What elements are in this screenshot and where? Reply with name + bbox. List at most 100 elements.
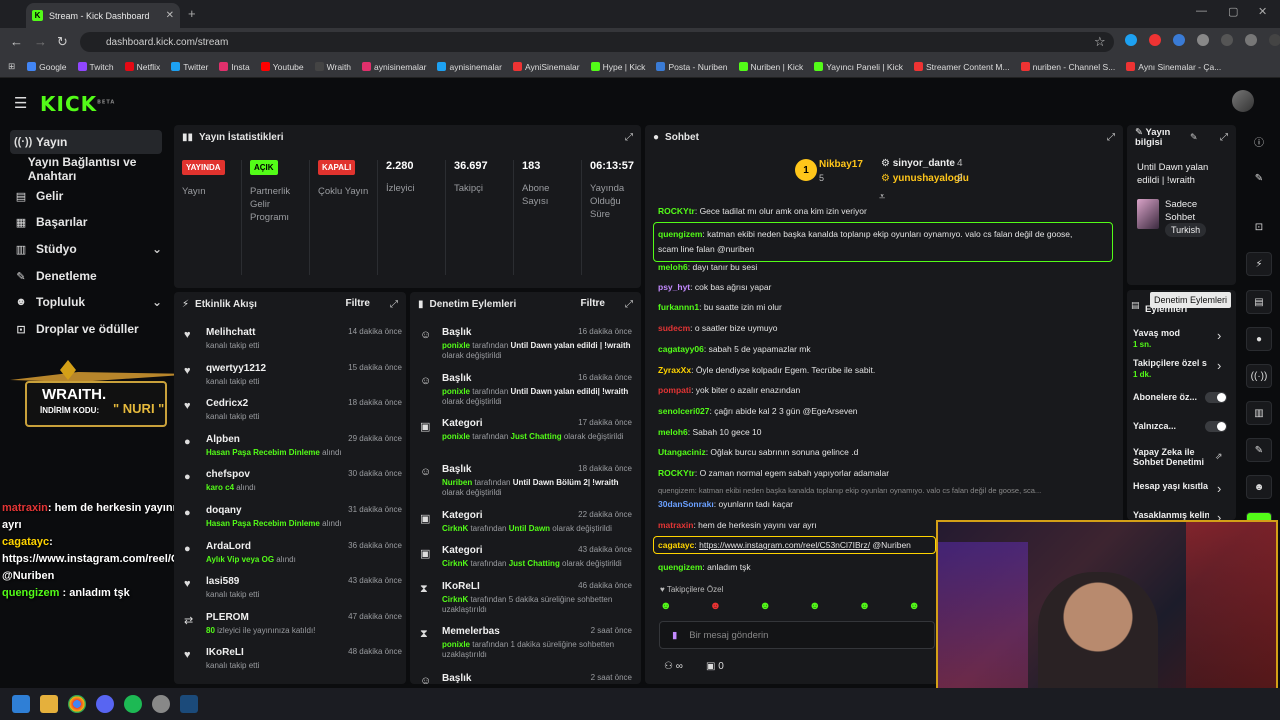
- chat-message[interactable]: ROCKYtr: O zaman normal egem sabah yapıy…: [658, 468, 889, 478]
- chat-message[interactable]: quengizem: anladım tşk: [658, 562, 751, 572]
- bookmark-item[interactable]: Yayıncı Paneli | Kick: [814, 62, 903, 72]
- moderation-item[interactable]: ⧗ Memelerbas ponixle tarafından 1 dakika s…: [418, 626, 632, 666]
- app-icon[interactable]: [152, 695, 170, 713]
- chat-message[interactable]: Utangaciniz: Oğlak burcu sabrının sonuna…: [658, 447, 858, 457]
- bookmark-item[interactable]: Twitch: [77, 62, 114, 72]
- chat-collapse-icon[interactable]: ⩡: [879, 191, 885, 204]
- mod-setting-item[interactable]: Yavaş mod 1 sn. ›: [1133, 328, 1230, 349]
- bookmark-item[interactable]: nuriben - Channel S...: [1020, 62, 1115, 72]
- extension-icon[interactable]: [1125, 34, 1137, 46]
- mod-setting-item[interactable]: Takipçilere özel s 1 dk. ›: [1133, 358, 1230, 379]
- activity-item[interactable]: ♥ lasi589 kanalı takip etti 43 dakika önce: [182, 576, 402, 608]
- info-icon[interactable]: ⓘ: [1246, 129, 1272, 153]
- sidebar-item-denetleme[interactable]: ✎ Denetleme: [10, 264, 162, 288]
- activity-item[interactable]: ♥ IKoReLI kanalı takip etti 48 dakika önce: [182, 647, 402, 679]
- chat-message[interactable]: ROCKYtr: Gece tadilat mı olur amk ona ki…: [658, 206, 867, 216]
- sidebar-item-basarilar[interactable]: ▦ Başarılar: [10, 210, 162, 234]
- moderation-item[interactable]: ☺ Başlık 2 saat önce: [418, 673, 632, 684]
- maximize-icon[interactable]: ▢: [1228, 5, 1238, 18]
- emote-icon[interactable]: ☻: [809, 600, 821, 612]
- activity-item[interactable]: ● ArdaLord Aylık Vip veya OG alındı 36 daki…: [182, 541, 402, 573]
- back-icon[interactable]: ←: [10, 34, 23, 49]
- chat-message[interactable]: psy_hyt: cok bas ağrısı yapar: [658, 282, 771, 292]
- close-window-icon[interactable]: ✕: [1258, 5, 1267, 18]
- chat-username[interactable]: quengizem: [658, 229, 702, 239]
- bookmark-item[interactable]: Nuriben | Kick: [738, 62, 803, 72]
- moderation-item[interactable]: ▣ Kategori CirknK tarafından Until Dawn ol…: [418, 510, 632, 550]
- sidebar-item-gelir[interactable]: ▤ Gelir: [10, 184, 162, 208]
- bookmark-star-icon[interactable]: ☆: [1094, 34, 1106, 50]
- file-explorer-icon[interactable]: [40, 695, 58, 713]
- chat-username[interactable]: Utangaciniz: [658, 447, 706, 457]
- profile-icon[interactable]: [1245, 34, 1257, 46]
- moderation-item[interactable]: ☺ Başlık Nuriben tarafından Until Dawn Böl…: [418, 464, 632, 504]
- extension-icon[interactable]: [1149, 34, 1161, 46]
- shield-icon[interactable]: [1173, 34, 1185, 46]
- filter-button[interactable]: Filtre: [346, 298, 370, 309]
- sidebar-item-studyo[interactable]: ▥ Stüdyo ⌄: [10, 237, 162, 261]
- sidebar-item-yayin[interactable]: ((·)) Yayın: [10, 130, 162, 154]
- expand-icon[interactable]: ⤢: [625, 132, 633, 143]
- leader-name[interactable]: Nikbay17: [819, 159, 863, 170]
- bookmark-item[interactable]: Wraith: [314, 62, 351, 72]
- moderation-item[interactable]: ▣ Kategori CirknK tarafından Just Chatting…: [418, 545, 632, 585]
- leader-name[interactable]: ⚙ yunushayaloglu: [881, 173, 969, 184]
- chat-username[interactable]: meloh6: [658, 427, 688, 437]
- steam-icon[interactable]: [180, 695, 198, 713]
- filter-button[interactable]: Filtre: [581, 298, 605, 309]
- sidebar-icon[interactable]: [1221, 34, 1233, 46]
- activity-item[interactable]: ♥ qwertyy1212 kanalı takip etti 15 dakika ö…: [182, 363, 402, 395]
- document-icon[interactable]: ▤: [1246, 290, 1272, 314]
- chat-username[interactable]: ZyraxXx: [658, 365, 691, 375]
- chat-username[interactable]: quengizem: [658, 562, 702, 572]
- bookmark-item[interactable]: Youtube: [260, 62, 304, 72]
- activity-item[interactable]: ♥ Cedricx2 kanalı takip etti 18 dakika önce: [182, 398, 402, 430]
- edit-icon[interactable]: ✎: [1190, 132, 1198, 143]
- bookmark-item[interactable]: Insta: [219, 62, 250, 72]
- broadcast-icon[interactable]: ((·)): [1246, 364, 1272, 388]
- mod-setting-item[interactable]: Yapay Zeka ile Sohbet Denetimi ⇗: [1133, 447, 1230, 467]
- menu-icon[interactable]: [1269, 34, 1280, 46]
- wrench-icon[interactable]: ✎: [1246, 438, 1272, 462]
- category-thumbnail[interactable]: [1137, 199, 1159, 229]
- chat-username[interactable]: senolceri027: [658, 406, 710, 416]
- reload-icon[interactable]: ↻: [57, 34, 68, 50]
- toggle-switch[interactable]: [1205, 421, 1227, 432]
- sidebar-item-droplar[interactable]: ⊡ Droplar ve ödüller: [10, 317, 162, 341]
- chat-username[interactable]: ROCKYtr: [658, 206, 695, 216]
- chat-message[interactable]: cagatayc: https://www.instagram.com/reel…: [653, 536, 936, 554]
- chrome-icon[interactable]: [68, 695, 86, 713]
- bookmark-item[interactable]: aynisinemalar: [437, 62, 502, 72]
- chat-message[interactable]: sudecm: o saatler bize uymuyo: [658, 323, 778, 333]
- activity-item[interactable]: ● chefspov karo c4 alındı 30 dakika önce: [182, 469, 402, 501]
- mod-setting-item[interactable]: Yalnızca...: [1133, 421, 1230, 432]
- chat-link[interactable]: https://www.instagram.com/reel/C53nCl7IB…: [699, 540, 870, 550]
- forward-icon[interactable]: →: [34, 34, 47, 49]
- new-tab-button[interactable]: +: [188, 6, 196, 21]
- chat-input[interactable]: ▮ Bir mesaj gönderin: [659, 621, 935, 649]
- external-link-icon[interactable]: ⇗: [1215, 451, 1223, 462]
- bookmark-item[interactable]: Aynı Sinemalar - Ça...: [1126, 62, 1221, 72]
- chat-username[interactable]: sudecm: [658, 323, 690, 333]
- chat-message[interactable]: pompati: yok biter o azalır enazından: [658, 385, 800, 395]
- emote-icon[interactable]: ☻: [710, 600, 722, 612]
- expand-icon[interactable]: ⤢: [625, 299, 633, 310]
- bookmark-item[interactable]: Twitter: [171, 62, 208, 72]
- chevron-right-icon[interactable]: ›: [1217, 328, 1221, 343]
- mod-setting-item[interactable]: Hesap yaşı kısıtla ›: [1133, 481, 1230, 496]
- mod-setting-item[interactable]: Abonelere öz...: [1133, 392, 1230, 403]
- sidebar-item-stream-key[interactable]: Yayın Bağlantısı ve Anahtarı: [10, 155, 180, 183]
- puzzle-icon[interactable]: [1197, 34, 1209, 46]
- chat-username[interactable]: furkannn1: [658, 302, 699, 312]
- microphone-icon[interactable]: ▮: [672, 630, 677, 641]
- chat-icon[interactable]: ●: [1246, 327, 1272, 351]
- bookmark-item[interactable]: Streamer Content M...: [913, 62, 1010, 72]
- bookmark-item[interactable]: Hype | Kick: [590, 62, 645, 72]
- chat-message[interactable]: cagatayy06: sabah 5 de yapamazlar mk: [658, 344, 811, 354]
- expand-icon[interactable]: ⤢: [1220, 132, 1228, 143]
- chat-message[interactable]: ZyraxXx: Öyle dendiyse kolpadır Egem. Te…: [658, 365, 875, 375]
- chat-message[interactable]: quengizem: katman ekibi neden başka kana…: [653, 222, 1113, 262]
- chat-username[interactable]: 30danSonrakı: [658, 499, 714, 509]
- chat-message[interactable]: 30danSonrakı: oyunların tadı kaçar: [658, 499, 793, 509]
- chat-username[interactable]: meloh6: [658, 262, 688, 272]
